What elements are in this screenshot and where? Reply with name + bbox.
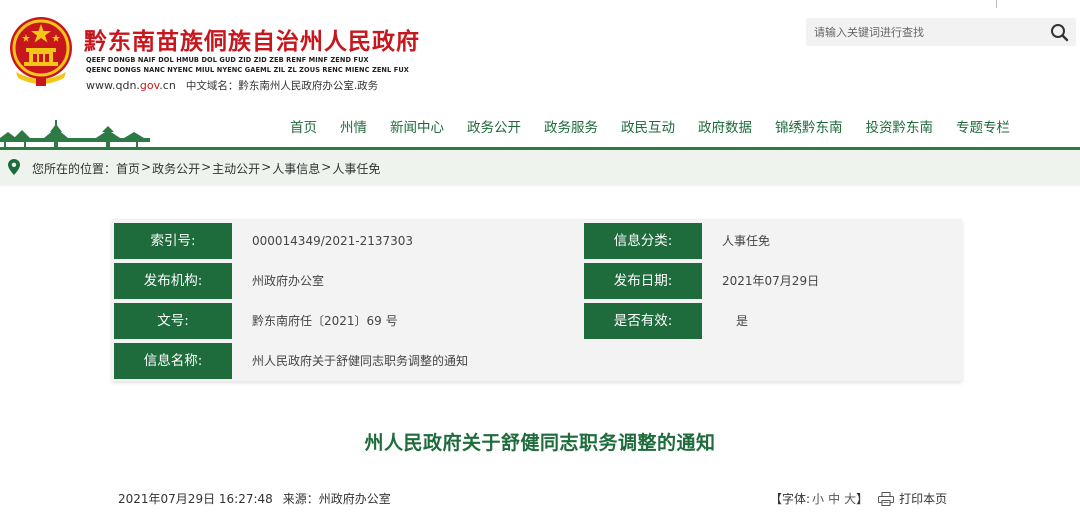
nav-item-prefecture-info[interactable]: 州情 (340, 116, 367, 140)
nav-item-investment[interactable]: 投资黔东南 (866, 116, 934, 140)
index-value: 000014349/2021-2137303 (252, 234, 414, 248)
breadcrumb-prefix: 您所在的位置： (32, 162, 117, 176)
nav-item-home[interactable]: 首页 (290, 116, 317, 140)
article-title: 州人民政府关于舒健同志职务调整的通知 (364, 432, 716, 454)
article-tools: 【字体: 小 中 大 】 打印本页 (770, 490, 947, 507)
validity-label: 是否有效: (584, 303, 702, 339)
nav-item-scenic[interactable]: 锦绣黔东南 (775, 116, 843, 140)
breadcrumb-separator: > (201, 160, 212, 174)
validity-value: 是 (736, 314, 749, 328)
font-large-button[interactable]: 大 (844, 490, 856, 507)
main-nav: 首页 州情 新闻中心 政务公开 政务服务 政民互动 政府数据 锦绣黔东南 投资黔… (290, 116, 1010, 140)
publisher-label: 发布机构: (114, 263, 232, 299)
font-size-label-close: 】 (856, 492, 869, 506)
location-pin-icon (8, 159, 20, 175)
breadcrumb-bar: 您所在的位置： 首页 > 政务公开 > 主动公开 > 人事信息 > 人事任免 (0, 150, 1080, 186)
breadcrumb-home[interactable]: 首页 (116, 160, 140, 177)
page-root: 黔东南苗族侗族自治州人民政府 QEEF DONGB NAIF DOL HMUB … (0, 0, 1080, 518)
document-number-label: 文号: (114, 303, 232, 339)
national-emblem-icon (10, 17, 72, 86)
breadcrumb-separator: > (141, 160, 152, 174)
site-title-transliteration-1: QEEF DONGB NAIF DOL HMUB DOL GUD ZID ZID… (86, 56, 369, 64)
publish-date-label: 发布日期: (584, 263, 702, 299)
site-title: 黔东南苗族侗族自治州人民政府 (84, 28, 420, 55)
drum-tower-skyline-icon (0, 120, 150, 148)
article-source: 来源：州政府办公室 (282, 492, 391, 506)
site-title-transliteration-2: QEENC DONGS NANC NYENC MIUL NYENC GAEML … (86, 66, 409, 74)
article-meta: 2021年07月29日 16:27:48 来源：州政府办公室 (118, 490, 391, 507)
nav-item-government-affairs[interactable]: 政务公开 (467, 116, 521, 140)
document-info-table: 索引号: 000014349/2021-2137303 信息分类: 人事任免 发… (112, 219, 962, 381)
category-value: 人事任免 (722, 234, 771, 248)
nav-item-special-topics[interactable]: 专题专栏 (956, 116, 1010, 140)
nav-item-government-services[interactable]: 政务服务 (544, 116, 598, 140)
domain-suffix: .cn (159, 79, 176, 92)
search-input[interactable] (806, 18, 1042, 46)
breadcrumb-personnel-info[interactable]: 人事信息 (272, 160, 320, 177)
breadcrumb-separator: > (321, 160, 332, 174)
breadcrumb-government-affairs[interactable]: 政务公开 (152, 160, 200, 177)
site-header: 黔东南苗族侗族自治州人民政府 QEEF DONGB NAIF DOL HMUB … (0, 0, 1080, 104)
domain-info: www.qdn.gov.cn 中文域名：黔东南州人民政府办公室.政务 (86, 78, 378, 93)
breadcrumb: 您所在的位置： 首页 > 政务公开 > 主动公开 > 人事信息 > 人事任免 (32, 160, 380, 177)
top-divider (996, 0, 997, 8)
printer-icon[interactable] (878, 491, 895, 506)
index-label: 索引号: (114, 223, 232, 259)
chinese-domain: 中文域名：黔东南州人民政府办公室.政务 (185, 80, 379, 92)
breadcrumb-appointments[interactable]: 人事任免 (332, 160, 380, 177)
category-label: 信息分类: (584, 223, 702, 259)
breadcrumb-separator: > (261, 160, 272, 174)
nav-item-news-center[interactable]: 新闻中心 (390, 116, 444, 140)
breadcrumb-active-disclosure[interactable]: 主动公开 (212, 160, 260, 177)
domain-gov: gov (139, 79, 160, 92)
article-datetime: 2021年07月29日 16:27:48 (118, 492, 273, 506)
nav-item-interaction[interactable]: 政民互动 (621, 116, 675, 140)
font-small-button[interactable]: 小 (812, 490, 824, 507)
domain-prefix: www.qdn. (86, 79, 140, 92)
font-size-label: 【字体: (770, 492, 811, 506)
publisher-value: 州政府办公室 (252, 274, 325, 288)
info-name-value: 州人民政府关于舒健同志职务调整的通知 (252, 354, 469, 368)
search-icon[interactable] (1048, 22, 1070, 42)
search-box (806, 18, 1076, 46)
font-medium-button[interactable]: 中 (828, 490, 840, 507)
nav-item-government-data[interactable]: 政府数据 (698, 116, 752, 140)
print-page-link[interactable]: 打印本页 (899, 490, 947, 507)
publish-date-value: 2021年07月29日 (722, 274, 820, 288)
info-name-label: 信息名称: (114, 343, 232, 379)
document-number-value: 黔东南府任〔2021〕69 号 (252, 314, 398, 328)
